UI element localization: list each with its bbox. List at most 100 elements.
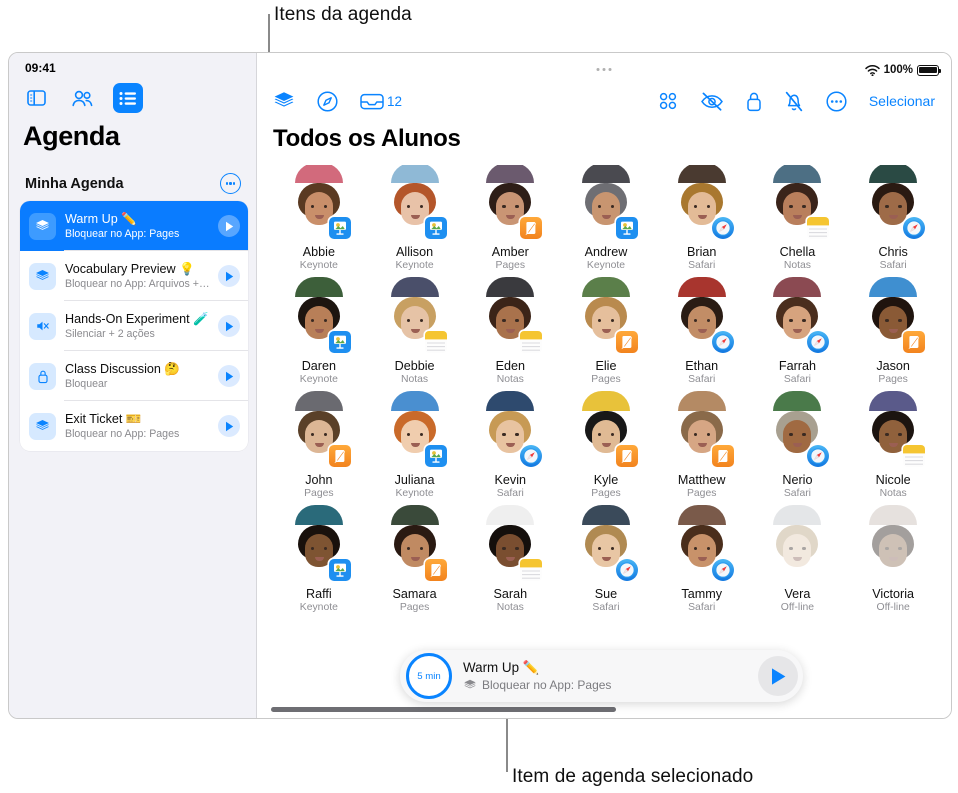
- student-name: Eden: [495, 359, 525, 373]
- student-tile[interactable]: Nerio Safari: [750, 391, 846, 499]
- agenda-item-play-button[interactable]: [218, 365, 240, 387]
- toolbar-left-group: 12: [273, 90, 402, 112]
- window-grabber-icon[interactable]: [596, 68, 612, 71]
- student-tile[interactable]: Amber Pages: [462, 165, 558, 271]
- bell-slash-icon[interactable]: [784, 91, 804, 112]
- compass-icon[interactable]: [317, 90, 338, 112]
- student-tile[interactable]: Andrew Keynote: [558, 165, 654, 271]
- students-grid: Abbie Keynote Allison Keynote Amber Pages Andr…: [257, 165, 951, 718]
- student-tile[interactable]: Debbie Notas: [367, 277, 463, 385]
- safari-badge-icon: [711, 559, 734, 581]
- student-name: Nerio: [782, 473, 813, 487]
- sidebar-toggle-icon[interactable]: [21, 83, 51, 113]
- agenda-item[interactable]: Vocabulary Preview 💡 Bloquear no App: Arq…: [20, 251, 248, 301]
- student-name: Abbie: [302, 245, 335, 259]
- student-tile[interactable]: Allison Keynote: [367, 165, 463, 271]
- avatar-wrap: [576, 505, 638, 581]
- agenda-item[interactable]: Exit Ticket 🎫 Bloquear no App: Pages: [20, 401, 248, 451]
- student-tile[interactable]: Daren Keynote: [271, 277, 367, 385]
- safari-badge-icon: [807, 445, 830, 467]
- student-tile[interactable]: Elie Pages: [558, 277, 654, 385]
- agenda-item-title: Exit Ticket 🎫: [65, 411, 142, 426]
- student-tile[interactable]: Chris Safari: [845, 165, 941, 271]
- student-name: Allison: [396, 245, 434, 259]
- student-tile[interactable]: Farrah Safari: [750, 277, 846, 385]
- now-playing-bar[interactable]: 5 min Warm Up ✏️ Bloquear no App: Pages: [400, 650, 803, 702]
- student-app-label: Pages: [591, 374, 621, 385]
- student-tile[interactable]: Raffi Keynote: [271, 505, 367, 613]
- wifi-icon: [864, 64, 880, 76]
- people-icon[interactable]: [67, 83, 97, 113]
- student-tile[interactable]: Victoria Off-line: [845, 505, 941, 613]
- keynote-badge-icon: [328, 559, 351, 581]
- student-tile[interactable]: Kevin Safari: [462, 391, 558, 499]
- agenda-item-play-button[interactable]: [218, 415, 240, 437]
- student-tile[interactable]: Ethan Safari: [654, 277, 750, 385]
- agenda-item[interactable]: Hands-On Experiment 🧪 Silenciar + 2 ações: [20, 301, 248, 351]
- avatar-wrap: [576, 391, 638, 467]
- eye-slash-icon[interactable]: [700, 92, 724, 111]
- student-tile[interactable]: Matthew Pages: [654, 391, 750, 499]
- student-app-label: Pages: [878, 374, 908, 385]
- select-button[interactable]: Selecionar: [869, 93, 935, 109]
- play-button[interactable]: [758, 656, 798, 696]
- student-name: Chris: [878, 245, 908, 259]
- lock-icon[interactable]: [746, 91, 762, 112]
- more-ellipsis-button[interactable]: [220, 173, 241, 194]
- student-tile[interactable]: Eden Notas: [462, 277, 558, 385]
- avatar-wrap: [672, 165, 734, 239]
- keynote-badge-icon: [328, 331, 351, 353]
- keynote-badge-icon: [424, 445, 447, 467]
- layers-icon[interactable]: [273, 91, 295, 111]
- now-playing-subtitle-row: Bloquear no App: Pages: [463, 678, 758, 692]
- student-app-label: Keynote: [299, 602, 338, 613]
- student-name: Victoria: [872, 587, 915, 601]
- student-tile[interactable]: Sarah Notas: [462, 505, 558, 613]
- main-toolbar: 12 Selecionar: [257, 81, 951, 121]
- student-tile[interactable]: Brian Safari: [654, 165, 750, 271]
- student-tile[interactable]: Sue Safari: [558, 505, 654, 613]
- avatar-wrap: [672, 505, 734, 581]
- avatar-wrap: [767, 165, 830, 239]
- student-app-label: Safari: [783, 374, 811, 385]
- main-heading: Todos os Alunos: [273, 125, 461, 152]
- agenda-item-subtitle: Bloquear no App: Arquivos +…: [65, 278, 210, 291]
- agenda-item-title: Hands-On Experiment 🧪: [65, 311, 209, 326]
- student-app-label: Keynote: [395, 260, 434, 271]
- grid-view-icon[interactable]: [658, 91, 678, 111]
- now-playing-subtitle: Bloquear no App: Pages: [482, 678, 612, 692]
- student-tile[interactable]: Vera Off-line: [750, 505, 846, 613]
- avatar-wrap: [385, 165, 447, 239]
- student-app-label: Safari: [688, 374, 716, 385]
- student-tile[interactable]: Juliana Keynote: [367, 391, 463, 499]
- student-name: Amber: [491, 245, 529, 259]
- student-tile[interactable]: Tammy Safari: [654, 505, 750, 613]
- student-tile[interactable]: Nicole Notas: [845, 391, 941, 499]
- horizontal-scrollbar[interactable]: [271, 707, 616, 712]
- battery-icon: [917, 64, 942, 76]
- avatar-wrap: [672, 277, 734, 353]
- student-tile[interactable]: John Pages: [271, 391, 367, 499]
- avatar-wrap: [863, 391, 926, 467]
- inbox-icon[interactable]: 12: [360, 92, 402, 111]
- agenda-item-play-button[interactable]: [218, 215, 240, 237]
- notas-badge-icon: [903, 445, 926, 467]
- agenda-item-play-button[interactable]: [218, 315, 240, 337]
- agenda-item[interactable]: Class Discussion 🤔 Bloquear: [20, 351, 248, 401]
- student-tile[interactable]: Kyle Pages: [558, 391, 654, 499]
- more-ellipsis-icon[interactable]: [826, 90, 847, 112]
- avatar-wrap: [767, 391, 830, 467]
- student-tile[interactable]: Abbie Keynote: [271, 165, 367, 271]
- pages-badge-icon: [903, 331, 926, 353]
- pages-badge-icon: [424, 559, 447, 581]
- agenda-item-text: Warm Up ✏️ Bloquear no App: Pages: [65, 212, 214, 241]
- student-tile[interactable]: Jason Pages: [845, 277, 941, 385]
- layers-icon: [29, 212, 56, 240]
- student-tile[interactable]: Chella Notas: [750, 165, 846, 271]
- student-app-label: Pages: [304, 488, 334, 499]
- agenda-item-play-button[interactable]: [218, 265, 240, 287]
- list-icon[interactable]: [113, 83, 143, 113]
- mute-icon: [29, 312, 56, 340]
- student-tile[interactable]: Samara Pages: [367, 505, 463, 613]
- agenda-item[interactable]: Warm Up ✏️ Bloquear no App: Pages: [20, 201, 248, 251]
